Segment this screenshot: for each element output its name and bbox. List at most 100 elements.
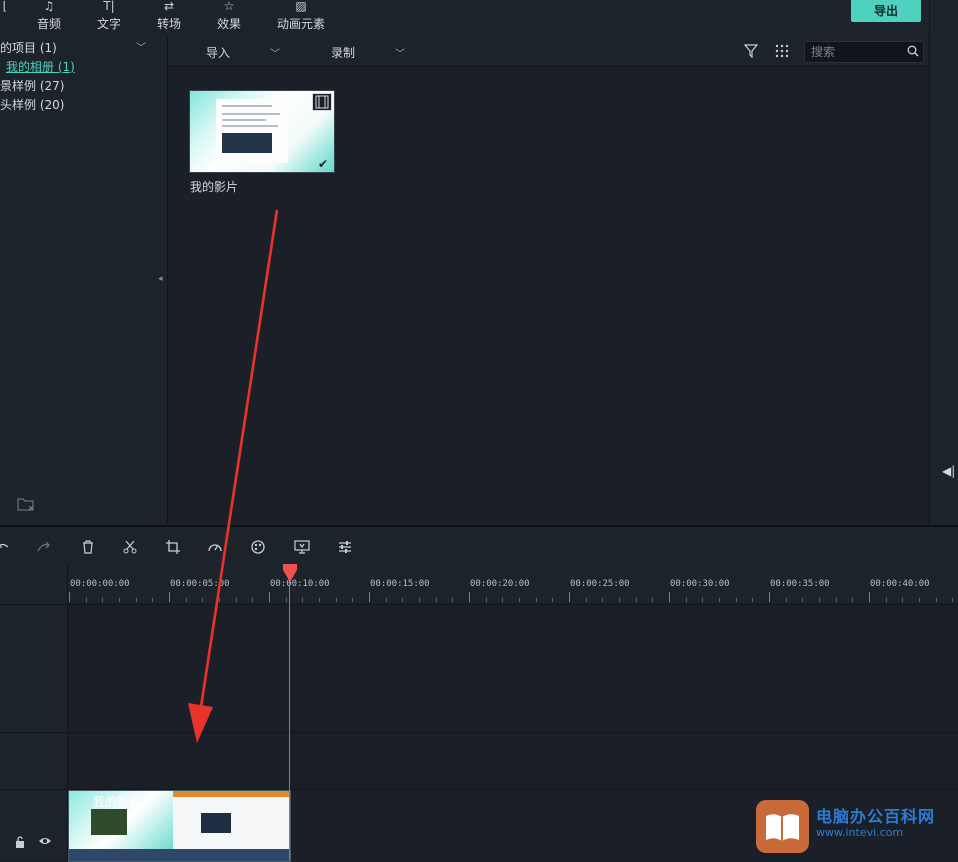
ruler-minor-tick (619, 598, 620, 602)
collapse-right-icon[interactable]: ◀| (942, 464, 955, 478)
watermark-logo (756, 800, 809, 853)
import-label: 导入 (206, 46, 231, 60)
media-card-thumbnail[interactable]: ✔ (189, 90, 335, 173)
ruler-minor-tick (536, 598, 537, 602)
ruler-minor-tick (452, 598, 453, 602)
ruler-minor-tick (152, 598, 153, 602)
tool-partial[interactable]: ⌊ (0, 0, 10, 34)
adjust-icon[interactable] (337, 539, 353, 555)
animation-icon: ▨ (295, 0, 307, 13)
ruler-timecode: 00:00:40:00 (870, 579, 930, 589)
timeline-clip[interactable]: 我的影片 (68, 790, 291, 862)
ruler-major-tick (369, 592, 370, 602)
tool-text-label: 文字 (96, 17, 121, 31)
ruler-major-tick (569, 592, 570, 602)
tool-audio[interactable]: ♫ 音频 (30, 0, 68, 34)
ruler-minor-tick (519, 598, 520, 602)
tool-text[interactable]: T| 文字 (90, 0, 128, 34)
watermark-url: www.intevi.com (816, 826, 904, 839)
ruler-minor-tick (486, 598, 487, 602)
ruler-major-tick (169, 592, 170, 602)
ruler-minor-tick (719, 598, 720, 602)
lock-icon[interactable] (14, 836, 26, 848)
ruler-minor-tick (102, 598, 103, 602)
clip-frame-2 (173, 791, 290, 849)
filter-icon[interactable] (744, 44, 758, 58)
ruler-minor-tick (352, 598, 353, 602)
tool-animation-label: 动画元素 (276, 17, 325, 31)
ruler-major-tick (869, 592, 870, 602)
ruler-minor-tick (419, 598, 420, 602)
ruler-minor-tick (552, 598, 553, 602)
ruler-minor-tick (86, 598, 87, 602)
thumbnail-document (216, 99, 288, 163)
thumbnail-dark-block (222, 133, 272, 153)
redo-icon[interactable] (36, 539, 52, 555)
ruler-minor-tick (602, 598, 603, 602)
undo-icon[interactable] (0, 539, 10, 555)
tool-audio-label: 音频 (36, 17, 61, 31)
ruler-minor-tick (802, 598, 803, 602)
ruler-minor-tick (302, 598, 303, 602)
ruler-minor-tick (836, 598, 837, 602)
clip-audio-strip (69, 849, 290, 861)
ruler-minor-tick (952, 598, 953, 602)
cut-icon[interactable] (122, 539, 138, 555)
library-item-my-album[interactable]: 我的相册 (1) (6, 58, 75, 75)
watermark-title: 电脑办公百科网 (816, 807, 936, 826)
ruler-minor-tick (819, 598, 820, 602)
text-icon: T| (103, 0, 115, 13)
music-note-icon: ♫ (43, 0, 55, 13)
film-icon (312, 93, 332, 111)
collapse-left-icon[interactable]: ◂ (158, 274, 163, 284)
chevron-down-icon: ﹀ (270, 49, 281, 60)
ruler-minor-tick (786, 598, 787, 602)
ruler-minor-tick (752, 598, 753, 602)
ruler-minor-tick (852, 598, 853, 602)
ruler-major-tick (469, 592, 470, 602)
search-input[interactable] (811, 44, 901, 60)
tool-effects-label: 效果 (216, 17, 241, 31)
chevron-down-icon[interactable]: ﹀ (136, 39, 146, 54)
eye-icon[interactable] (38, 836, 52, 846)
media-card-title: 我的影片 (190, 180, 239, 194)
display-icon[interactable] (294, 539, 310, 555)
ruler-minor-tick (502, 598, 503, 602)
tool-transition[interactable]: ⇄ 转场 (150, 0, 188, 34)
ruler-minor-tick (686, 598, 687, 602)
ruler-minor-tick (886, 598, 887, 602)
search-icon[interactable] (907, 45, 919, 57)
ruler-timecode: 00:00:25:00 (570, 579, 630, 589)
ruler-minor-tick (436, 598, 437, 602)
timeline-ruler[interactable]: 00:00:00:00 00:00:05:00 00:00:10:00 00:00:1… (0, 564, 958, 605)
import-dropdown[interactable]: 导入 ﹀ (206, 44, 280, 61)
folder-remove-icon[interactable] (17, 497, 35, 511)
ruler-minor-tick (402, 598, 403, 602)
ruler-header (0, 564, 68, 604)
ruler-minor-tick (919, 598, 920, 602)
library-item-projects[interactable]: 的项目 (1) (0, 39, 57, 56)
export-button[interactable]: 导出 (851, 0, 921, 22)
crop-icon[interactable] (165, 539, 181, 555)
ruler-minor-tick (936, 598, 937, 602)
library-item-background-samples[interactable]: 景样例 (27) (0, 77, 64, 94)
record-dropdown[interactable]: 录制 ﹀ (331, 44, 405, 61)
tool-transition-label: 转场 (156, 17, 181, 31)
grid-view-icon[interactable] (775, 44, 789, 58)
search-box (804, 41, 924, 63)
ruler-timecode: 00:00:20:00 (470, 579, 530, 589)
ruler-minor-tick (119, 598, 120, 602)
check-icon: ✔ (318, 157, 329, 171)
library-item-intro-samples[interactable]: 头样例 (20) (0, 96, 64, 113)
tool-animation[interactable]: ▨ 动画元素 (272, 0, 330, 34)
ruler-minor-tick (136, 598, 137, 602)
effects-icon: ☆ (223, 0, 235, 13)
transition-icon: ⇄ (163, 0, 175, 13)
tool-effects[interactable]: ☆ 效果 (210, 0, 248, 34)
ruler-major-tick (669, 592, 670, 602)
ruler-minor-tick (636, 598, 637, 602)
delete-icon[interactable] (80, 539, 96, 555)
top-toolbar: ⌊ ♫ 音频 T| 文字 ⇄ 转场 ☆ 效果 ▨ 动画元素 (0, 0, 930, 37)
ruler-minor-tick (736, 598, 737, 602)
ruler-major-tick (769, 592, 770, 602)
